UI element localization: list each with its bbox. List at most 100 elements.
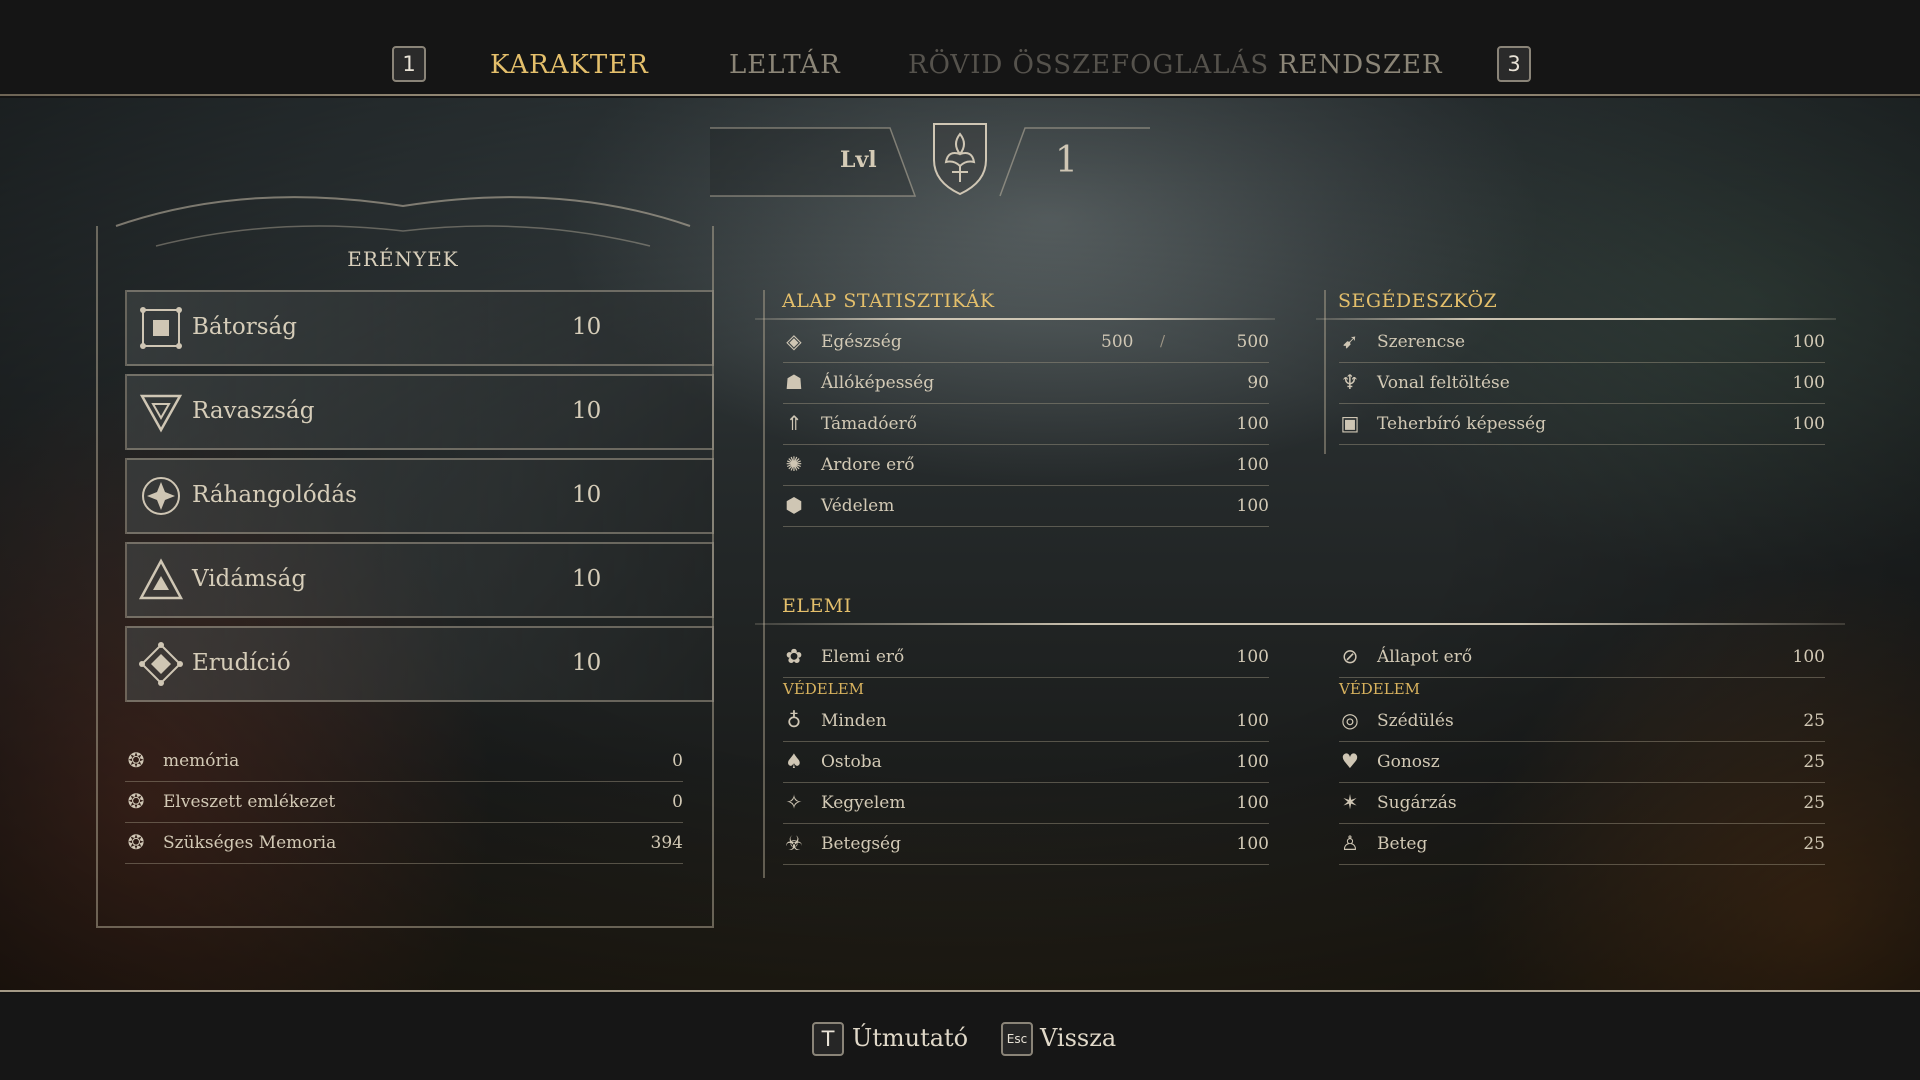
diamond-virtue-icon [139, 642, 183, 686]
weight-capacity-icon: ▣ [1340, 411, 1360, 435]
defense-row: ⬢ Védelem 100 [783, 486, 1269, 527]
base-stats-divider [755, 318, 1275, 320]
virtue-value: 10 [572, 566, 602, 592]
attack-row: ⇑ Támadóerő 100 [783, 404, 1269, 445]
stat-name: Szédülés [1377, 711, 1454, 731]
memory-row: ❂ memória 0 [125, 741, 683, 782]
all-element-row: ♁ Minden 100 [783, 701, 1269, 742]
elemental-title: ELEMI [782, 595, 852, 617]
stat-name: Betegség [821, 834, 901, 854]
guide-button[interactable]: Útmutató [852, 1024, 968, 1052]
line-charge-row: ♆ Vonal feltöltése 100 [1339, 363, 1825, 404]
status-power-icon: ⊘ [1341, 644, 1359, 668]
disease-icon: ☣ [785, 831, 803, 855]
fool-row: ♠ Ostoba 100 [783, 742, 1269, 783]
back-key-hint[interactable]: Esc [1001, 1022, 1033, 1056]
stat-name: Támadóerő [821, 414, 917, 434]
stat-name: Teherbíró képesség [1377, 414, 1546, 434]
elemental-power-icon: ✿ [785, 644, 803, 668]
stat-name: memória [163, 751, 240, 771]
stat-value: 25 [1803, 711, 1825, 731]
radiation-row: ✶ Sugárzás 25 [1339, 783, 1825, 824]
lost-memory-icon: ❂ [127, 789, 145, 813]
stat-value: 100 [1792, 332, 1825, 352]
radiation-icon: ✶ [1341, 790, 1359, 814]
stat-name: Vonal feltöltése [1377, 373, 1510, 393]
virtue-name: Ravaszság [192, 398, 315, 424]
stat-value: 0 [672, 751, 683, 771]
stat-value: 90 [1247, 373, 1269, 393]
stat-name: Szerencse [1377, 332, 1466, 352]
stat-value: 100 [1236, 711, 1269, 731]
stat-value: 100 [1236, 752, 1269, 772]
virtue-name: Bátorság [192, 314, 297, 340]
stat-name: Szükséges Memoria [163, 833, 337, 853]
stat-value: 25 [1803, 834, 1825, 854]
elemental-defense-subtitle: VÉDELEM [783, 680, 865, 698]
health-row: ◈ Egészség 500 / 500 [783, 322, 1269, 363]
square-virtue-icon [140, 307, 182, 349]
stat-name: Állóképesség [821, 373, 935, 393]
required-memory-icon: ❂ [127, 830, 145, 854]
top-nav-divider [0, 94, 1920, 96]
stat-value: 100 [1792, 373, 1825, 393]
virtue-value: 10 [572, 398, 602, 424]
virtue-name: Vidámság [192, 566, 307, 592]
stat-name: Védelem [821, 496, 895, 516]
virtue-value: 10 [572, 314, 602, 340]
tab-leltar[interactable]: LELTÁR [729, 50, 841, 80]
utility-title: SEGÉDESZKÖZ [1338, 290, 1498, 312]
stat-name: Ardore erő [821, 455, 915, 475]
health-separator: / [1160, 332, 1166, 350]
dizziness-icon: ◎ [1341, 708, 1359, 732]
virtue-name: Ráhangolódás [192, 482, 357, 508]
fleur-de-lis-crest-icon [933, 123, 987, 196]
health-current: 500 [1101, 332, 1134, 352]
ardore-row: ✺ Ardore erő 100 [783, 445, 1269, 486]
virtue-name: Erudíció [192, 650, 291, 676]
level-value: 1 [1055, 140, 1078, 181]
stat-value: 25 [1803, 793, 1825, 813]
stamina-row: ☗ Állóképesség 90 [783, 363, 1269, 404]
attack-icon: ⇑ [785, 411, 803, 435]
next-tab-key-hint[interactable]: 3 [1497, 46, 1531, 82]
prev-tab-key-hint[interactable]: 1 [392, 46, 426, 82]
line-charge-icon: ♆ [1341, 370, 1359, 394]
all-element-icon: ♁ [786, 708, 802, 732]
lost-memory-row: ❂ Elveszett emlékezet 0 [125, 782, 683, 823]
defense-icon: ⬢ [785, 493, 803, 517]
virtue-row-vidamsag[interactable]: Vidámság 10 [125, 542, 714, 618]
virtue-row-rahangolodas[interactable]: Ráhangolódás 10 [125, 458, 714, 534]
health-max: 500 [1236, 332, 1269, 352]
stat-value: 100 [1236, 647, 1269, 667]
virtue-row-batorsag[interactable]: Bátorság 10 [125, 290, 714, 366]
virtue-row-ravaszsag[interactable]: Ravaszság 10 [125, 374, 714, 450]
guide-key-hint[interactable]: T [812, 1022, 844, 1056]
stat-value: 100 [1236, 834, 1269, 854]
stat-name: Beteg [1377, 834, 1428, 854]
stat-name: Minden [821, 711, 887, 731]
stat-name: Egészség [821, 332, 902, 352]
luck-icon: ➹ [1341, 329, 1359, 353]
stats-left-divider [763, 290, 765, 878]
back-button[interactable]: Vissza [1040, 1024, 1116, 1052]
sick-icon: ♙ [1341, 831, 1359, 855]
stat-name: Sugárzás [1377, 793, 1457, 813]
evil-icon: ♥ [1341, 749, 1359, 773]
stat-name: Kegyelem [821, 793, 906, 813]
stat-value: 100 [1792, 414, 1825, 434]
stat-value: 100 [1792, 647, 1825, 667]
tab-karakter[interactable]: KARAKTER [490, 50, 649, 80]
stat-value: 100 [1236, 414, 1269, 434]
level-label: Lvl [840, 147, 877, 173]
grace-icon: ✧ [785, 790, 803, 814]
virtue-value: 10 [572, 650, 602, 676]
status-defense-subtitle: VÉDELEM [1339, 680, 1421, 698]
tab-rendszer[interactable]: RENDSZER [1278, 50, 1443, 80]
stat-value: 0 [672, 792, 683, 812]
memory-icon: ❂ [127, 748, 145, 772]
elemental-divider [755, 623, 1845, 625]
virtue-value: 10 [572, 482, 602, 508]
fool-icon: ♠ [785, 749, 803, 773]
virtue-row-erudicio[interactable]: Erudíció 10 [125, 626, 714, 702]
